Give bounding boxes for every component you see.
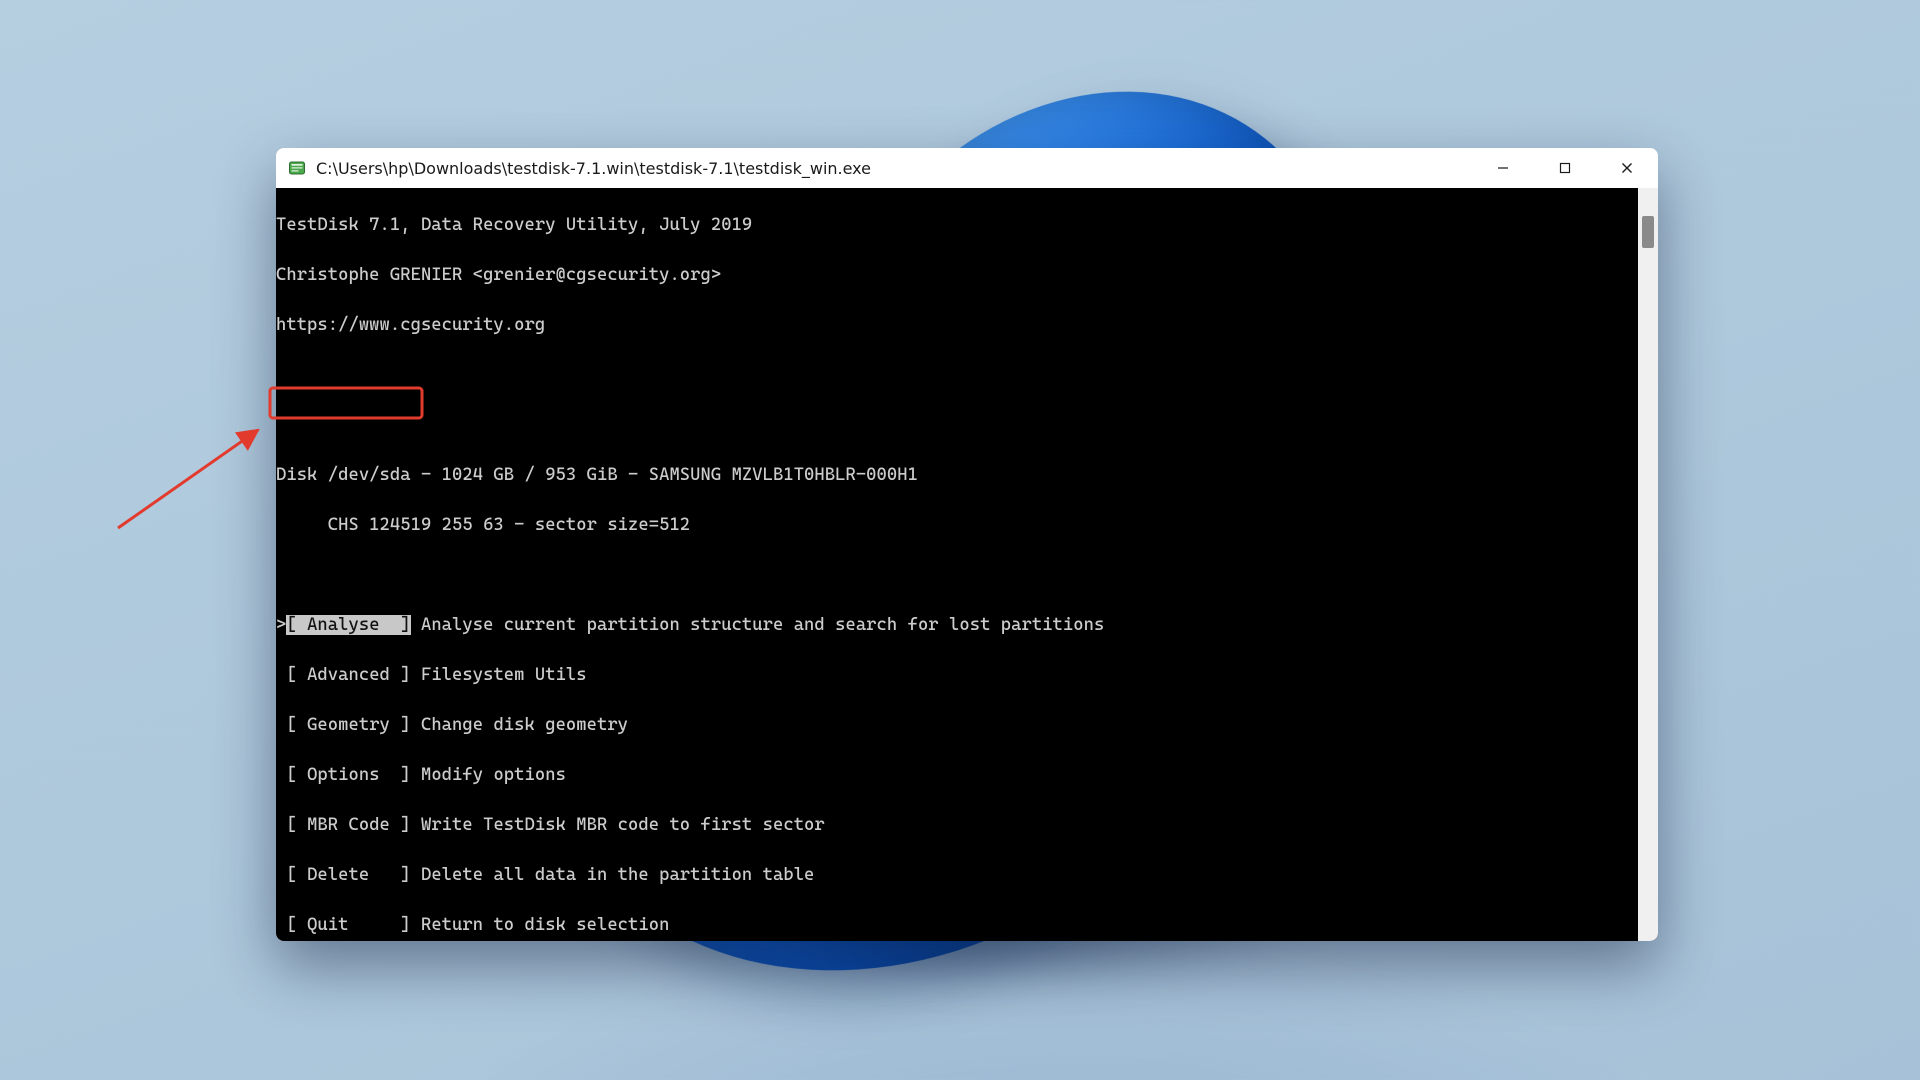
client-area: TestDisk 7.1, Data Recovery Utility, Jul…	[276, 188, 1658, 941]
terminal-scrollbar[interactable]	[1638, 188, 1658, 941]
menu-item-advanced[interactable]: [ Advanced ] Filesystem Utils	[276, 663, 1638, 688]
disk-info: CHS 124519 255 63 - sector size=512	[276, 513, 1638, 538]
header-line: https://www.cgsecurity.org	[276, 313, 1638, 338]
menu-item-mbrcode[interactable]: [ MBR Code ] Write TestDisk MBR code to …	[276, 813, 1638, 838]
close-button[interactable]	[1596, 148, 1658, 188]
menu-item-geometry[interactable]: [ Geometry ] Change disk geometry	[276, 713, 1638, 738]
minimize-button[interactable]	[1472, 148, 1534, 188]
window-titlebar[interactable]: C:\Users\hp\Downloads\testdisk-7.1.win\t…	[276, 148, 1658, 188]
disk-info: Disk /dev/sda - 1024 GB / 953 GiB - SAMS…	[276, 463, 1638, 488]
scrollbar-thumb[interactable]	[1642, 216, 1654, 248]
maximize-button[interactable]	[1534, 148, 1596, 188]
annotation-arrow-icon	[118, 430, 258, 528]
window-controls	[1472, 148, 1658, 188]
menu-item-quit[interactable]: [ Quit ] Return to disk selection	[276, 913, 1638, 938]
window-title: C:\Users\hp\Downloads\testdisk-7.1.win\t…	[316, 159, 1472, 178]
header-line: Christophe GRENIER <grenier@cgsecurity.o…	[276, 263, 1638, 288]
header-line: TestDisk 7.1, Data Recovery Utility, Jul…	[276, 213, 1638, 238]
menu-item-delete[interactable]: [ Delete ] Delete all data in the partit…	[276, 863, 1638, 888]
menu-item-options[interactable]: [ Options ] Modify options	[276, 763, 1638, 788]
testdisk-window: C:\Users\hp\Downloads\testdisk-7.1.win\t…	[276, 148, 1658, 941]
app-icon	[288, 159, 306, 177]
menu-item-analyse[interactable]: >[ Analyse ] Analyse current partition s…	[276, 613, 1638, 638]
terminal[interactable]: TestDisk 7.1, Data Recovery Utility, Jul…	[276, 188, 1638, 941]
